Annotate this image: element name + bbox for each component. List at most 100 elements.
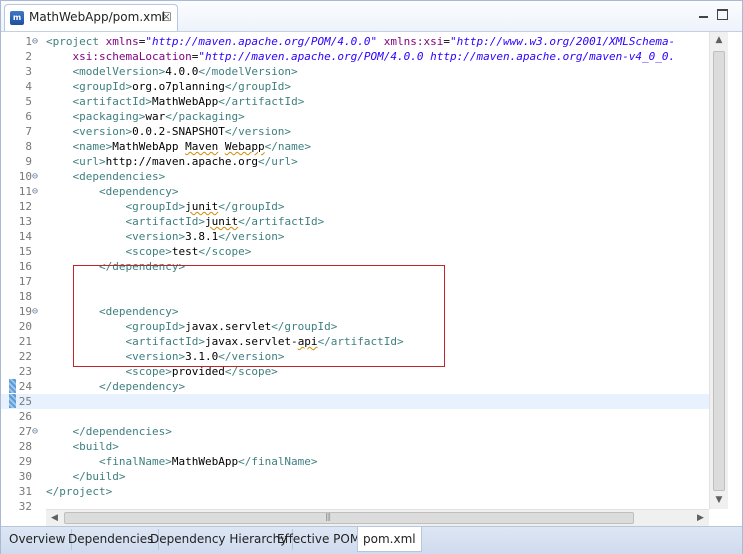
tab-title: MathWebApp/pom.xml bbox=[29, 10, 166, 24]
editor-tab-pom[interactable]: m MathWebApp/pom.xml ☒ bbox=[4, 4, 178, 31]
code-token: 0.0.2-SNAPSHOT bbox=[132, 125, 225, 138]
tab-effective-pom[interactable]: Effective POM bbox=[272, 529, 367, 550]
code-line[interactable]: 28 <build> bbox=[1, 439, 709, 454]
line-number: 5 bbox=[25, 95, 32, 108]
fold-toggle-icon[interactable]: ⊖ bbox=[32, 424, 43, 439]
code-line[interactable]: 8 <name>MathWebApp Maven Webapp</name> bbox=[1, 139, 709, 154]
code-line[interactable]: 26 bbox=[1, 409, 709, 424]
line-number: 3 bbox=[25, 65, 32, 78]
code-line[interactable]: 30 </build> bbox=[1, 469, 709, 484]
editor-tab-bar: m MathWebApp/pom.xml ☒ bbox=[1, 1, 742, 32]
code-line[interactable]: 13 <artifactId>junit</artifactId> bbox=[1, 214, 709, 229]
line-number: 32 bbox=[18, 500, 32, 513]
code-line[interactable]: 14 <version>3.8.1</version> bbox=[1, 229, 709, 244]
line-number: 26 bbox=[18, 410, 32, 423]
fold-toggle-icon[interactable]: ⊖ bbox=[32, 304, 43, 319]
line-number: 27 bbox=[18, 425, 32, 438]
vertical-scroll-thumb[interactable] bbox=[713, 51, 725, 491]
close-icon[interactable]: ☒ bbox=[161, 10, 172, 24]
tab-pom-xml[interactable]: pom.xml bbox=[357, 527, 422, 552]
code-text: <artifactId>junit</artifactId> bbox=[46, 214, 324, 229]
code-text: <version>3.8.1</version> bbox=[46, 229, 284, 244]
code-line[interactable]: 27 ⊖ </dependencies> bbox=[1, 424, 709, 439]
fold-toggle-icon[interactable]: ⊖ bbox=[32, 34, 43, 49]
code-token: </url> bbox=[257, 155, 298, 168]
fold-toggle-icon[interactable]: ⊖ bbox=[32, 184, 43, 199]
code-line[interactable]: 29 <finalName>MathWebApp</finalName> bbox=[1, 454, 709, 469]
scroll-down-icon[interactable]: ▼ bbox=[710, 492, 728, 509]
fold-toggle-icon[interactable]: ⊖ bbox=[32, 169, 43, 184]
line-number: 20 bbox=[18, 320, 32, 333]
code-text: <url>http://maven.apache.org</url> bbox=[46, 154, 298, 169]
line-number: 8 bbox=[25, 140, 32, 153]
code-text: </dependency> bbox=[46, 379, 185, 394]
code-text: </dependencies> bbox=[46, 424, 172, 439]
code-line[interactable]: 3 <modelVersion>4.0.0</modelVersion> bbox=[1, 64, 709, 79]
code-token: </packaging> bbox=[165, 110, 245, 123]
code-token: <artifactId> bbox=[72, 95, 152, 108]
code-line[interactable]: 2 xsi:schemaLocation="http://maven.apach… bbox=[1, 49, 709, 64]
line-number: 11 bbox=[18, 185, 32, 198]
code-token: </finalName> bbox=[238, 455, 318, 468]
vertical-scrollbar[interactable]: ▲ ▼ bbox=[709, 32, 728, 509]
code-token: <scope> bbox=[125, 245, 172, 258]
code-text: <modelVersion>4.0.0</modelVersion> bbox=[46, 64, 298, 79]
maximize-icon[interactable] bbox=[717, 9, 728, 20]
code-line[interactable]: 6 <packaging>war</packaging> bbox=[1, 109, 709, 124]
code-line[interactable]: 31 </project> bbox=[1, 484, 709, 499]
code-line[interactable]: 10 ⊖ <dependencies> bbox=[1, 169, 709, 184]
code-token: MathWebApp bbox=[171, 455, 239, 468]
code-token: <build> bbox=[72, 440, 119, 453]
code-token: <version> bbox=[72, 125, 133, 138]
line-number: 10 bbox=[18, 170, 32, 183]
overview-ruler bbox=[728, 32, 742, 509]
change-marker bbox=[9, 379, 16, 393]
horizontal-scroll-thumb[interactable] bbox=[64, 512, 634, 524]
code-line[interactable]: 11 ⊖ <dependency> bbox=[1, 184, 709, 199]
code-line[interactable]: 25 bbox=[1, 394, 709, 409]
tab-overview[interactable]: Overview bbox=[4, 529, 72, 550]
code-token: war bbox=[145, 110, 166, 123]
code-text: <artifactId>MathWebApp</artifactId> bbox=[46, 94, 305, 109]
code-token: </version> bbox=[224, 125, 292, 138]
code-token: Webapp bbox=[224, 140, 265, 153]
code-token: </build> bbox=[72, 470, 126, 483]
code-text: <version>0.0.2-SNAPSHOT</version> bbox=[46, 124, 292, 139]
code-line[interactable]: 9 <url>http://maven.apache.org</url> bbox=[1, 154, 709, 169]
code-token: </artifactId> bbox=[238, 215, 325, 228]
line-number: 24 bbox=[18, 380, 32, 393]
horizontal-scrollbar[interactable]: ◀ ||| ▶ bbox=[46, 509, 709, 526]
code-text: </project> bbox=[46, 484, 112, 499]
code-token: "http://www.w3.org/2001/XMLSchema- bbox=[450, 35, 676, 48]
code-line[interactable]: 24 </dependency> bbox=[1, 379, 709, 394]
code-line[interactable]: 4 <groupId>org.o7planning</groupId> bbox=[1, 79, 709, 94]
code-line[interactable]: 12 <groupId>junit</groupId> bbox=[1, 199, 709, 214]
code-line[interactable]: 1 ⊖ <project xmlns="http://maven.apache.or… bbox=[1, 34, 709, 49]
line-number: 25 bbox=[18, 395, 32, 408]
minimize-icon[interactable] bbox=[698, 9, 709, 20]
scroll-up-icon[interactable]: ▲ bbox=[710, 32, 728, 49]
line-number: 6 bbox=[25, 110, 32, 123]
code-token: Maven bbox=[185, 140, 219, 153]
code-line[interactable]: 7 <version>0.0.2-SNAPSHOT</version> bbox=[1, 124, 709, 139]
scroll-left-icon[interactable]: ◀ bbox=[46, 510, 63, 526]
code-token: http://maven.apache.org bbox=[105, 155, 258, 168]
code-line[interactable]: 5 <artifactId>MathWebApp</artifactId> bbox=[1, 94, 709, 109]
scroll-right-icon[interactable]: ▶ bbox=[692, 510, 709, 526]
code-token: org.o7planning bbox=[132, 80, 225, 93]
code-text: <dependency> bbox=[46, 184, 178, 199]
code-text: <groupId>junit</groupId> bbox=[46, 199, 284, 214]
code-text: <name>MathWebApp Maven Webapp</name> bbox=[46, 139, 311, 154]
code-text: <finalName>MathWebApp</finalName> bbox=[46, 454, 318, 469]
code-line[interactable]: 15 <scope>test</scope> bbox=[1, 244, 709, 259]
code-token: </scope> bbox=[198, 245, 252, 258]
